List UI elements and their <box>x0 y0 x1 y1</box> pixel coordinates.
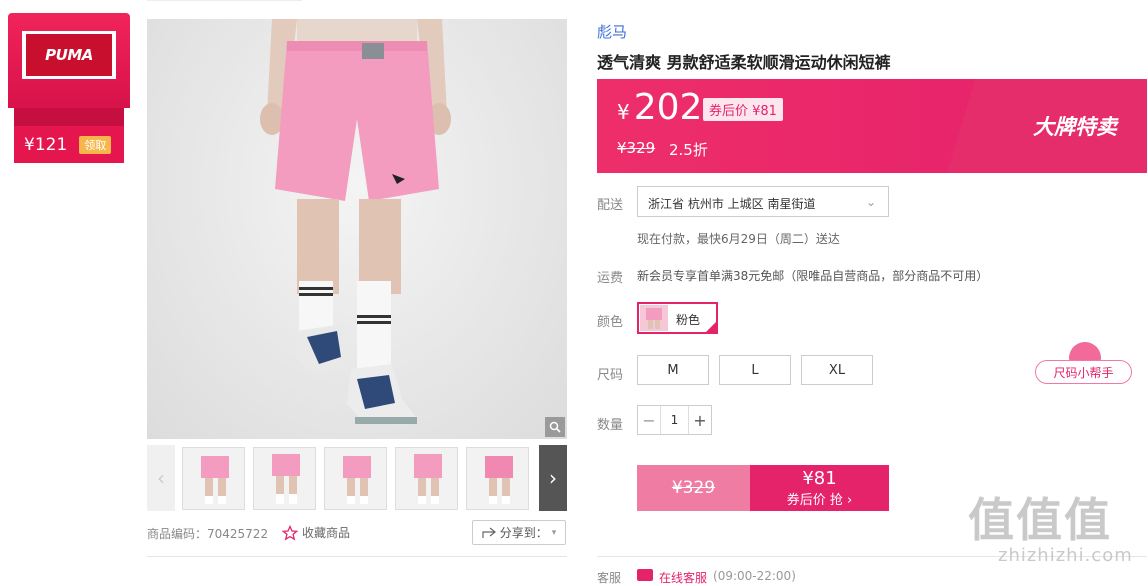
card-fold <box>14 108 124 128</box>
coupon-buy-button[interactable]: ¥81 券后价 抢 › <box>750 465 889 511</box>
color-option-selected[interactable]: 粉色 <box>637 302 718 334</box>
thumbnail[interactable] <box>324 447 387 510</box>
chat-icon <box>637 569 653 581</box>
selected-check-icon <box>704 320 718 334</box>
service-label: 客服 <box>597 571 622 585</box>
chevron-down-icon: ▾ <box>551 527 557 538</box>
thumbnail[interactable] <box>395 447 458 510</box>
quantity-stepper: − 1 + <box>637 405 712 435</box>
sale-price-value: 202 <box>633 87 703 128</box>
brand-logo-text: PUMA <box>26 34 112 76</box>
discount-rate: 2.5折 <box>669 141 708 159</box>
zoom-icon[interactable] <box>545 417 565 437</box>
currency-symbol: ¥ <box>617 100 630 124</box>
color-label: 颜色 <box>597 315 624 330</box>
coupon-strip: ¥121 领取 <box>14 126 124 163</box>
color-swatch <box>640 305 668 331</box>
shipping-address-select[interactable]: 浙江省 杭州市 上城区 南星街道 ⌄ <box>637 186 889 217</box>
claim-coupon-button[interactable]: 领取 <box>79 135 112 154</box>
product-title: 透气清爽 男款舒适柔软顺滑运动休闲短裤 <box>597 53 891 72</box>
quantity-minus-button[interactable]: − <box>638 406 660 434</box>
online-service-link[interactable]: 在线客服 (09:00-22:00) <box>637 569 796 586</box>
shipping-address: 浙江省 杭州市 上城区 南星街道 <box>648 197 816 211</box>
product-main-image[interactable] <box>147 19 567 439</box>
share-dropdown[interactable]: 分享到： ▾ <box>472 520 566 545</box>
brand-logo[interactable]: PUMA <box>22 31 116 79</box>
product-meta-row: 商品编码：70425722 收藏商品 分享到： ▾ <box>147 520 567 550</box>
brand-card-header: PUMA <box>8 13 130 108</box>
shipping-label: 配送 <box>597 198 624 213</box>
brand-link[interactable]: 彪马 <box>597 21 627 42</box>
thumbnail-strip: ‹ › <box>147 445 567 511</box>
share-icon <box>482 527 496 538</box>
coupon-price-badge: 券后价 ¥81 <box>703 98 783 121</box>
freight-note: 新会员专享首单满38元免邮（限唯品自营商品，部分商品不可用） <box>637 269 989 283</box>
buy-coupon-price: ¥81 <box>802 467 837 489</box>
product-sku: 商品编码：70425722 <box>147 527 269 541</box>
meta-divider <box>147 556 567 557</box>
coupon-price: ¥121 <box>24 134 68 155</box>
quantity-label: 数量 <box>597 418 624 433</box>
size-label: 尺码 <box>597 368 624 383</box>
watermark: 值值值 zhizhizhi.com <box>968 495 1144 579</box>
thumb-prev-arrow-icon[interactable]: ‹ <box>147 445 175 511</box>
quantity-plus-button[interactable]: + <box>689 406 711 434</box>
share-label: 分享到： <box>499 526 548 540</box>
event-tag: 大牌特卖 <box>1033 115 1117 139</box>
thumbnail[interactable] <box>253 447 316 510</box>
watermark-glyphs: 值值值 <box>968 493 1112 547</box>
buy-action-label: 券后价 抢 › <box>786 492 853 508</box>
sale-price: ¥ 202 <box>617 87 702 128</box>
thumb-next-arrow-icon[interactable]: › <box>539 445 567 511</box>
freight-label: 运费 <box>597 271 624 286</box>
delivery-eta: 现在付款，最快6月29日（周二）送达 <box>637 232 840 246</box>
star-icon <box>282 524 298 541</box>
buy-original-price: ¥329 <box>637 465 750 511</box>
model-wearing-shorts-illustration <box>260 19 451 424</box>
size-helper-label: 尺码小帮手 <box>1035 360 1132 384</box>
size-option-xl[interactable]: XL <box>801 355 873 385</box>
brand-coupon-card[interactable]: PUMA ¥121 领取 <box>8 13 130 163</box>
size-option-m[interactable]: M <box>637 355 709 385</box>
service-hours: (09:00-22:00) <box>713 569 796 583</box>
thumbnail[interactable] <box>182 447 245 510</box>
quantity-value[interactable]: 1 <box>660 406 689 434</box>
favorite-button[interactable]: 收藏商品 <box>282 524 350 541</box>
price-banner: ¥ 202 券后价 ¥81 ¥329 2.5折 大牌特卖 <box>597 79 1147 173</box>
watermark-domain: zhizhizhi.com <box>998 545 1133 566</box>
chevron-down-icon: ⌄ <box>865 195 876 209</box>
original-price: ¥329 <box>617 139 656 157</box>
favorite-label: 收藏商品 <box>302 526 351 540</box>
top-divider <box>147 0 302 1</box>
online-service-label: 在线客服 <box>659 571 708 585</box>
color-option-label: 粉色 <box>676 313 701 327</box>
thumbnail[interactable] <box>466 447 529 510</box>
size-helper-button[interactable]: 尺码小帮手 <box>1035 342 1132 384</box>
size-option-l[interactable]: L <box>719 355 791 385</box>
buy-button-group: ¥329 ¥81 券后价 抢 › <box>637 465 889 511</box>
